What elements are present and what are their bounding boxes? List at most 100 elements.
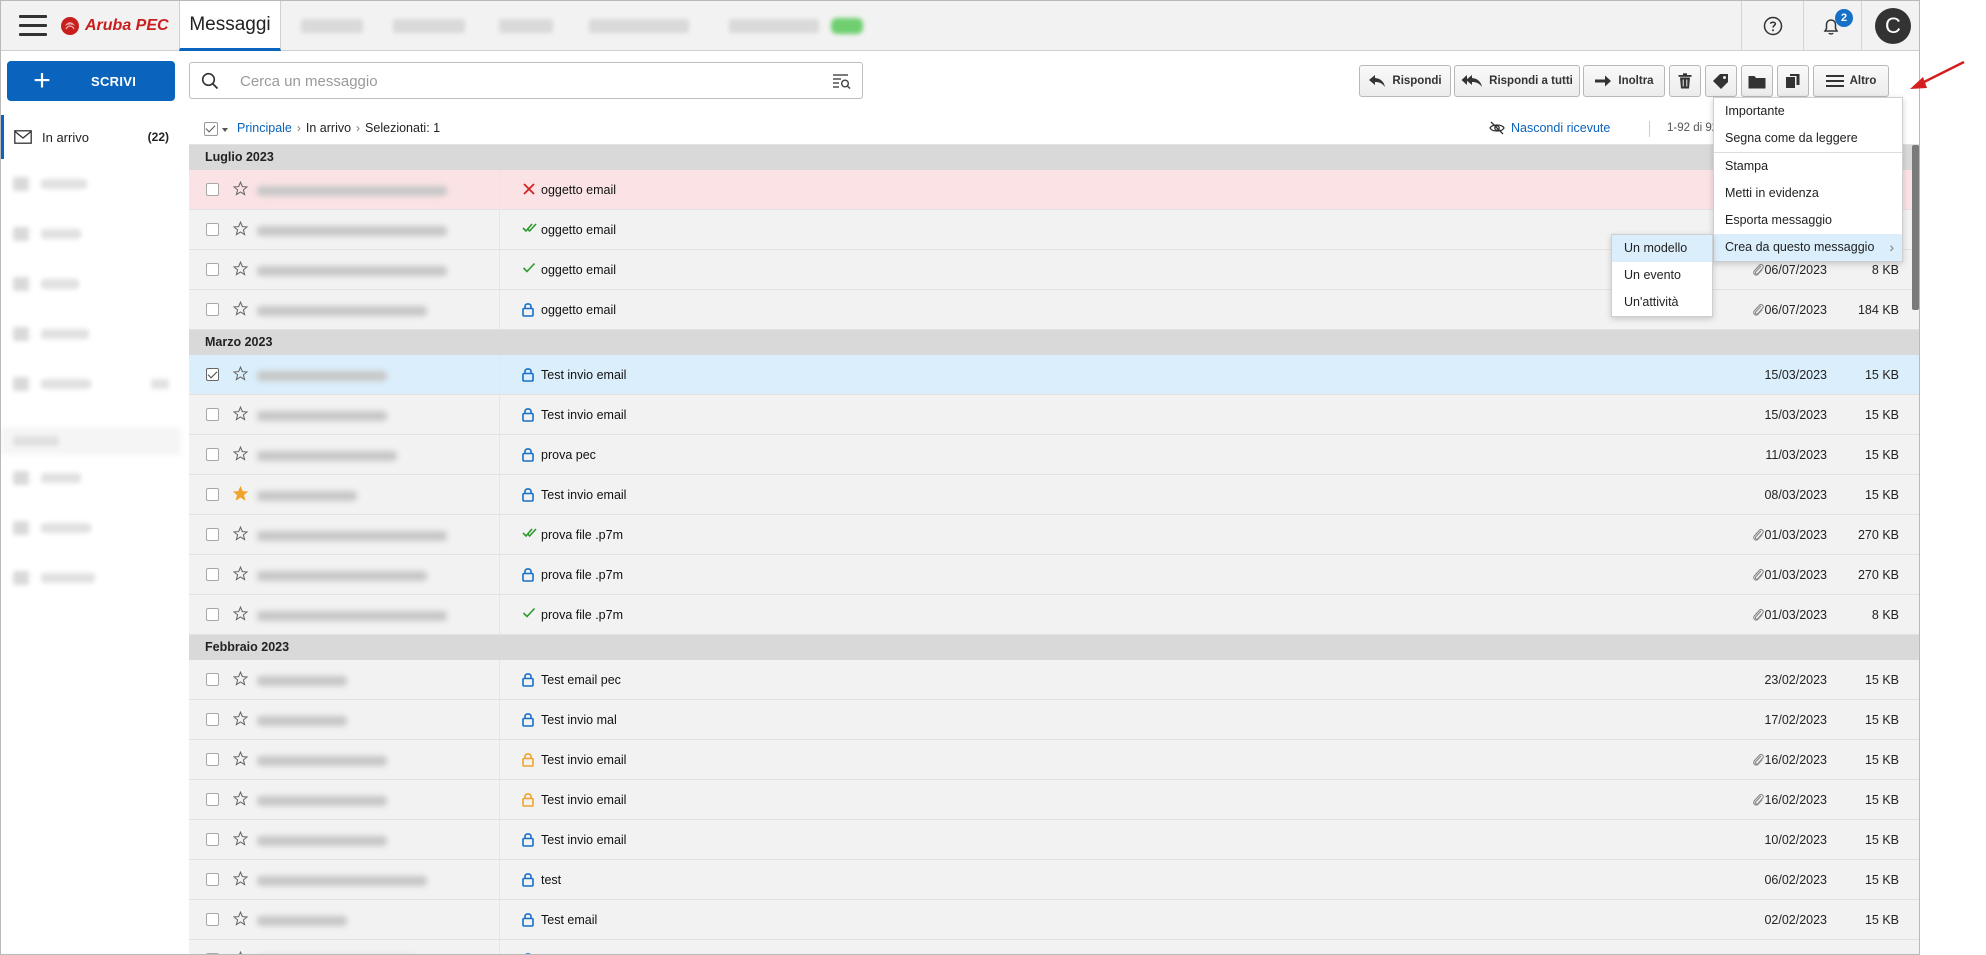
menu-item-stampa[interactable]: Stampa [1714,153,1902,180]
table-row[interactable]: Test invio email 16/02/2023 15 KB [189,740,1919,780]
menu-item-crea-da-messaggio[interactable]: Crea da questo messaggio › [1714,234,1902,261]
delete-button[interactable] [1669,65,1701,97]
compose-button[interactable]: + SCRIVI [7,61,175,101]
hamburger-menu-icon[interactable] [19,15,47,37]
menu-item-esporta-messaggio[interactable]: Esporta messaggio [1714,207,1902,234]
message-size: 15 KB [1864,408,1899,422]
row-checkbox[interactable] [206,673,219,686]
row-checkbox[interactable] [206,528,219,541]
table-row[interactable]: Test email pec 23/02/2023 15 KB [189,660,1919,700]
submenu-item-attivita[interactable]: Un'attività [1612,289,1712,316]
table-row[interactable]: oggetto email [189,170,1919,210]
row-checkbox[interactable] [206,913,219,926]
tab-blurred[interactable] [301,19,363,33]
submenu-item-modello[interactable]: Un modello [1612,235,1712,262]
tab-blurred[interactable] [729,19,819,33]
table-row[interactable]: Test invio email 08/03/2023 15 KB [189,475,1919,515]
sidebar-item-inbox[interactable]: In arrivo (22) [1,115,181,159]
sidebar-item-blurred[interactable] [13,571,95,585]
star-icon[interactable] [232,710,249,729]
sidebar-item-blurred[interactable] [13,177,87,191]
star-icon[interactable] [232,870,249,889]
star-icon[interactable] [232,750,249,769]
table-row[interactable]: prova file .p7m 01/03/2023 8 KB [189,595,1919,635]
row-checkbox[interactable] [206,488,219,501]
sidebar-item-blurred[interactable] [13,327,89,341]
star-icon[interactable] [232,565,249,584]
star-icon[interactable] [232,790,249,809]
table-row[interactable]: Test email 02/02/2023 15 KB [189,900,1919,940]
sidebar-item-blurred[interactable] [13,227,81,241]
star-icon[interactable] [232,910,249,929]
notifications-button[interactable]: 2 [1813,9,1853,42]
star-icon[interactable] [232,180,249,199]
move-to-folder-button[interactable] [1741,65,1773,97]
row-checkbox[interactable] [206,833,219,846]
table-row[interactable]: Test invio email01/02/202315 KB [189,940,1919,954]
select-dropdown-caret-icon[interactable] [222,128,228,132]
row-checkbox[interactable] [206,263,219,276]
copy-button[interactable] [1777,65,1809,97]
star-icon[interactable] [232,365,249,384]
select-all-checkbox[interactable] [204,122,218,136]
star-icon[interactable] [232,445,249,464]
menu-item-importante[interactable]: Importante [1714,98,1902,125]
star-icon[interactable] [232,525,249,544]
menu-item-metti-in-evidenza[interactable]: Metti in evidenza [1714,180,1902,207]
row-checkbox[interactable] [206,303,219,316]
table-row[interactable]: Test invio email 10/02/2023 15 KB [189,820,1919,860]
submenu-item-evento[interactable]: Un evento [1612,262,1712,289]
row-checkbox[interactable] [206,608,219,621]
search-filter-icon[interactable] [832,73,852,89]
row-checkbox[interactable] [206,568,219,581]
tab-blurred[interactable] [589,19,689,33]
avatar[interactable]: C [1875,8,1911,44]
reply-button[interactable]: Rispondi [1359,65,1451,97]
hide-receipts-link[interactable]: Nascondi ricevute [1489,121,1610,135]
menu-item-segna-da-leggere[interactable]: Segna come da leggere [1714,125,1902,152]
search-icon[interactable] [201,72,219,90]
help-button[interactable] [1757,10,1789,42]
question-icon [1763,16,1783,36]
table-row[interactable]: Test invio email 15/03/2023 15 KB [189,355,1919,395]
tab-messaggi[interactable]: Messaggi [179,1,281,51]
row-checkbox[interactable] [206,793,219,806]
breadcrumb-principale[interactable]: Principale [237,121,292,135]
table-row[interactable]: prova pec 11/03/2023 15 KB [189,435,1919,475]
row-checkbox[interactable] [206,408,219,421]
row-checkbox[interactable] [206,713,219,726]
reply-all-button[interactable]: Rispondi a tutti [1454,65,1580,97]
star-icon[interactable] [232,830,249,849]
row-checkbox[interactable] [206,873,219,886]
table-row[interactable]: Test invio mal 17/02/2023 15 KB [189,700,1919,740]
table-row[interactable]: Test invio email 16/02/2023 15 KB [189,780,1919,820]
row-checkbox[interactable] [206,448,219,461]
star-icon[interactable] [233,950,248,954]
sidebar-item-blurred[interactable] [13,377,169,391]
row-checkbox[interactable] [206,183,219,196]
table-row[interactable]: prova file .p7m 01/03/2023 270 KB [189,515,1919,555]
star-filled-icon[interactable] [232,485,249,504]
tab-blurred[interactable] [393,19,465,33]
sidebar-item-blurred[interactable] [13,277,79,291]
star-icon[interactable] [232,220,249,239]
row-checkbox[interactable] [206,368,219,381]
scrollbar-thumb[interactable] [1912,145,1919,310]
forward-button[interactable]: Inoltra [1583,65,1665,97]
table-row[interactable]: test 06/02/2023 15 KB [189,860,1919,900]
star-icon[interactable] [232,670,249,689]
row-checkbox[interactable] [206,753,219,766]
sidebar-item-blurred[interactable] [13,521,91,535]
table-row[interactable]: Test invio email 15/03/2023 15 KB [189,395,1919,435]
sidebar-item-blurred[interactable] [13,471,81,485]
more-button[interactable]: Altro [1813,65,1889,97]
star-icon[interactable] [232,260,249,279]
label-button[interactable] [1705,65,1737,97]
star-icon[interactable] [232,300,249,319]
star-icon[interactable] [232,405,249,424]
search-input[interactable] [240,69,800,93]
star-icon[interactable] [232,605,249,624]
table-row[interactable]: prova file .p7m 01/03/2023 270 KB [189,555,1919,595]
tab-blurred[interactable] [499,19,553,33]
row-checkbox[interactable] [206,223,219,236]
